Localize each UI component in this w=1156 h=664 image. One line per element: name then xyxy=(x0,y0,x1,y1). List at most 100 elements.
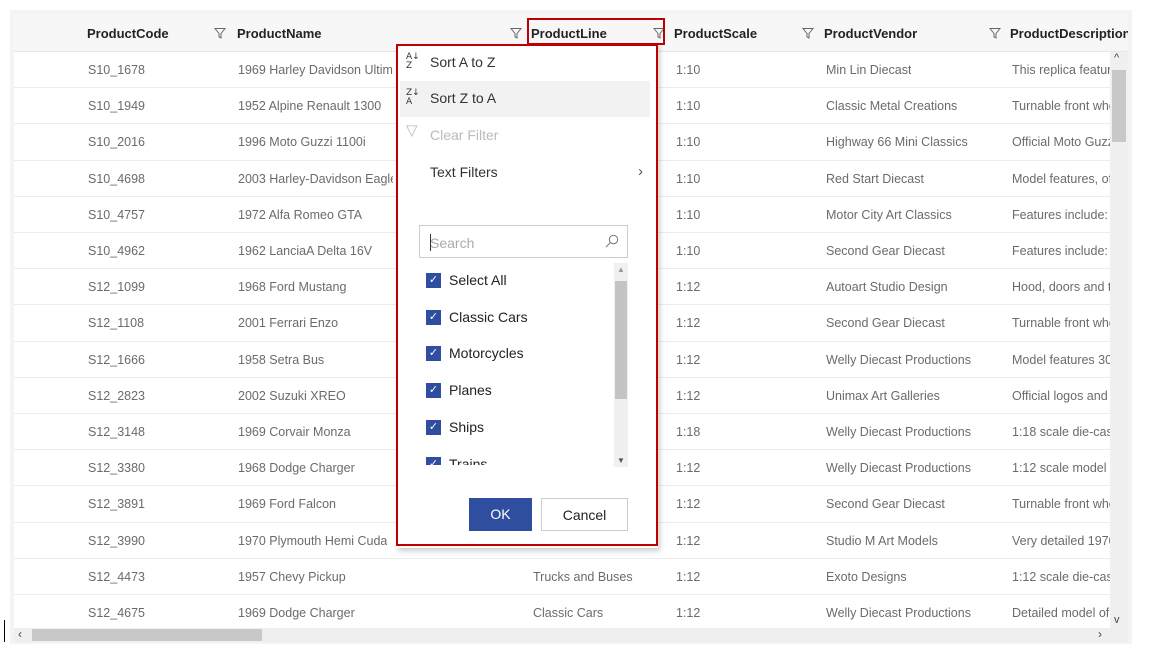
scroll-right-icon[interactable]: › xyxy=(1098,627,1102,641)
product-vendor-cell: Motor City Art Classics xyxy=(826,207,952,222)
product-name-cell: 1972 Alfa Romeo GTA xyxy=(238,207,363,222)
product-scale-cell: 1:18 xyxy=(676,425,701,439)
product-code-cell: S12_3990 xyxy=(88,533,146,548)
product-scale-cell: 1:12 xyxy=(676,533,701,548)
horizontal-scrollbar[interactable]: ‹ › xyxy=(14,627,1128,642)
scroll-down-icon[interactable]: ▼ xyxy=(617,456,625,465)
table-row[interactable]: S12_4473 1957 Chevy Pickup Trucks and Buse… xyxy=(14,559,1110,595)
header-product-code[interactable]: ProductCode xyxy=(87,26,169,41)
search-icon xyxy=(605,234,619,248)
product-vendor-cell: Second Gear Diecast xyxy=(826,316,945,331)
cancel-button[interactable]: Cancel xyxy=(541,498,628,531)
product-description-cell: 1:12 scale die-cast xyxy=(1012,569,1110,584)
horizontal-scroll-thumb[interactable] xyxy=(32,629,262,641)
product-vendor-cell: Welly Diecast Productions xyxy=(826,425,971,439)
filter-option-label[interactable]: Trains xyxy=(449,456,487,466)
product-vendor-cell: Min Lin Diecast xyxy=(826,63,912,77)
table-row[interactable]: S12_4675 1969 Dodge Charger Classic Cars 1:… xyxy=(14,595,1110,632)
filter-icon[interactable] xyxy=(214,27,226,39)
product-vendor-cell: Second Gear Diecast xyxy=(826,244,945,258)
filter-list-scroll-thumb[interactable] xyxy=(615,281,627,399)
product-vendor-cell: Welly Diecast Productions xyxy=(826,606,971,620)
sort-ascending-item[interactable]: A↓ Z Sort A to Z xyxy=(400,45,650,81)
filter-search-input[interactable]: Search xyxy=(419,225,628,258)
product-code-cell: S10_2016 xyxy=(88,135,146,150)
product-vendor-cell: Studio M Art Models xyxy=(826,533,938,548)
product-vendor-cell: Welly Diecast Productions xyxy=(826,352,971,367)
filter-icon[interactable] xyxy=(802,27,814,39)
product-description-cell: 1:12 scale model of xyxy=(1012,461,1110,476)
checkbox[interactable]: ✓ xyxy=(426,346,441,362)
product-description-cell: Turnable front wheels xyxy=(1012,99,1110,114)
vertical-scrollbar[interactable]: ^ v xyxy=(1110,52,1128,628)
filter-option-label[interactable]: Select All xyxy=(449,272,507,288)
product-description-cell: Official Moto Guzzi xyxy=(1012,135,1110,150)
vertical-scroll-thumb[interactable] xyxy=(1112,70,1126,142)
product-description-cell: Model features 30 xyxy=(1012,352,1110,367)
product-description-cell: Model features, official xyxy=(1012,171,1110,186)
product-vendor-cell: Welly Diecast Productions xyxy=(826,461,971,476)
scroll-left-icon[interactable]: ‹ xyxy=(18,627,22,641)
sort-descending-item[interactable]: Z↓ A Sort Z to A xyxy=(400,81,650,117)
product-code-cell: S10_1678 xyxy=(88,63,146,77)
product-description-cell: Official logos and insignias xyxy=(1012,388,1110,403)
product-description-cell: 1:18 scale die-cast xyxy=(1012,425,1110,439)
product-scale-cell: 1:12 xyxy=(676,280,701,295)
filter-icon[interactable] xyxy=(510,27,522,39)
header-product-scale[interactable]: ProductScale xyxy=(674,26,757,41)
scroll-up-icon[interactable]: ▲ xyxy=(617,265,625,274)
product-scale-cell: 1:10 xyxy=(676,207,701,222)
product-description-cell: Features include: T xyxy=(1012,244,1110,258)
product-code-cell: S12_1099 xyxy=(88,280,146,295)
product-code-cell: S12_4675 xyxy=(88,606,146,620)
filter-option-label[interactable]: Motorcycles xyxy=(449,345,524,361)
product-vendor-cell: Autoart Studio Design xyxy=(826,280,948,295)
filter-icon[interactable] xyxy=(989,27,1001,39)
filter-option-label[interactable]: Ships xyxy=(449,419,484,435)
checkbox[interactable]: ✓ xyxy=(426,419,441,435)
product-description-cell: Very detailed 1970 xyxy=(1012,533,1110,548)
product-scale-cell: 1:12 xyxy=(676,569,701,584)
product-scale-cell: 1:10 xyxy=(676,63,701,77)
product-scale-cell: 1:10 xyxy=(676,171,701,186)
product-name-cell: 2003 Harley-Davidson Eagle xyxy=(238,171,393,186)
clear-filter-item[interactable]: ▽ Clear Filter xyxy=(400,118,650,154)
product-vendor-cell: Second Gear Diecast xyxy=(826,497,945,512)
product-line-cell: Trucks and Buses xyxy=(533,569,633,584)
header-product-vendor[interactable]: ProductVendor xyxy=(824,26,917,41)
product-name-cell: 1952 Alpine Renault 1300 xyxy=(238,99,382,114)
product-scale-cell: 1:12 xyxy=(676,316,701,331)
product-vendor-cell: Exoto Designs xyxy=(826,569,907,584)
product-vendor-cell: Classic Metal Creations xyxy=(826,99,958,114)
product-vendor-cell: Unimax Art Galleries xyxy=(826,388,940,403)
product-name-cell: 1958 Setra Bus xyxy=(238,352,325,367)
checkbox[interactable]: ✓ xyxy=(426,383,441,399)
filter-option-label[interactable]: Classic Cars xyxy=(449,309,528,325)
header-product-description[interactable]: ProductDescription xyxy=(1010,26,1128,41)
filter-list-scrollbar[interactable]: ▲ ▼ xyxy=(614,263,628,467)
scroll-down-icon[interactable]: v xyxy=(1114,614,1120,626)
product-name-cell: 1969 Dodge Charger xyxy=(238,606,355,620)
ok-button[interactable]: OK xyxy=(469,498,532,531)
header-product-name[interactable]: ProductName xyxy=(237,26,322,41)
filter-option-label[interactable]: Planes xyxy=(449,382,492,398)
scroll-up-icon[interactable]: ^ xyxy=(1114,52,1119,64)
product-scale-cell: 1:12 xyxy=(676,388,701,403)
sort-descending-icon: Z↓ A xyxy=(406,88,420,107)
product-scale-cell: 1:10 xyxy=(676,244,701,258)
product-scale-cell: 1:12 xyxy=(676,352,701,367)
product-scale-cell: 1:12 xyxy=(676,606,701,620)
product-code-cell: S10_4698 xyxy=(88,171,146,186)
product-name-cell: 1969 Corvair Monza xyxy=(238,425,351,439)
checkbox[interactable]: ✓ xyxy=(426,456,441,465)
product-scale-cell: 1:10 xyxy=(676,135,701,150)
text-filters-item[interactable]: Text Filters › xyxy=(400,155,650,191)
checkbox[interactable]: ✓ xyxy=(426,273,441,288)
product-code-cell: S12_1108 xyxy=(88,316,145,331)
product-name-cell: 1957 Chevy Pickup xyxy=(238,569,346,584)
product-code-cell: S10_4962 xyxy=(88,244,146,258)
product-name-cell: 1970 Plymouth Hemi Cuda xyxy=(238,533,388,548)
filter-menu: A↓ Z Sort A to Z Z↓ A Sort Z to A ▽ Clear … xyxy=(396,44,658,548)
checkbox[interactable]: ✓ xyxy=(426,309,441,325)
product-code-cell: S12_4473 xyxy=(88,569,146,584)
